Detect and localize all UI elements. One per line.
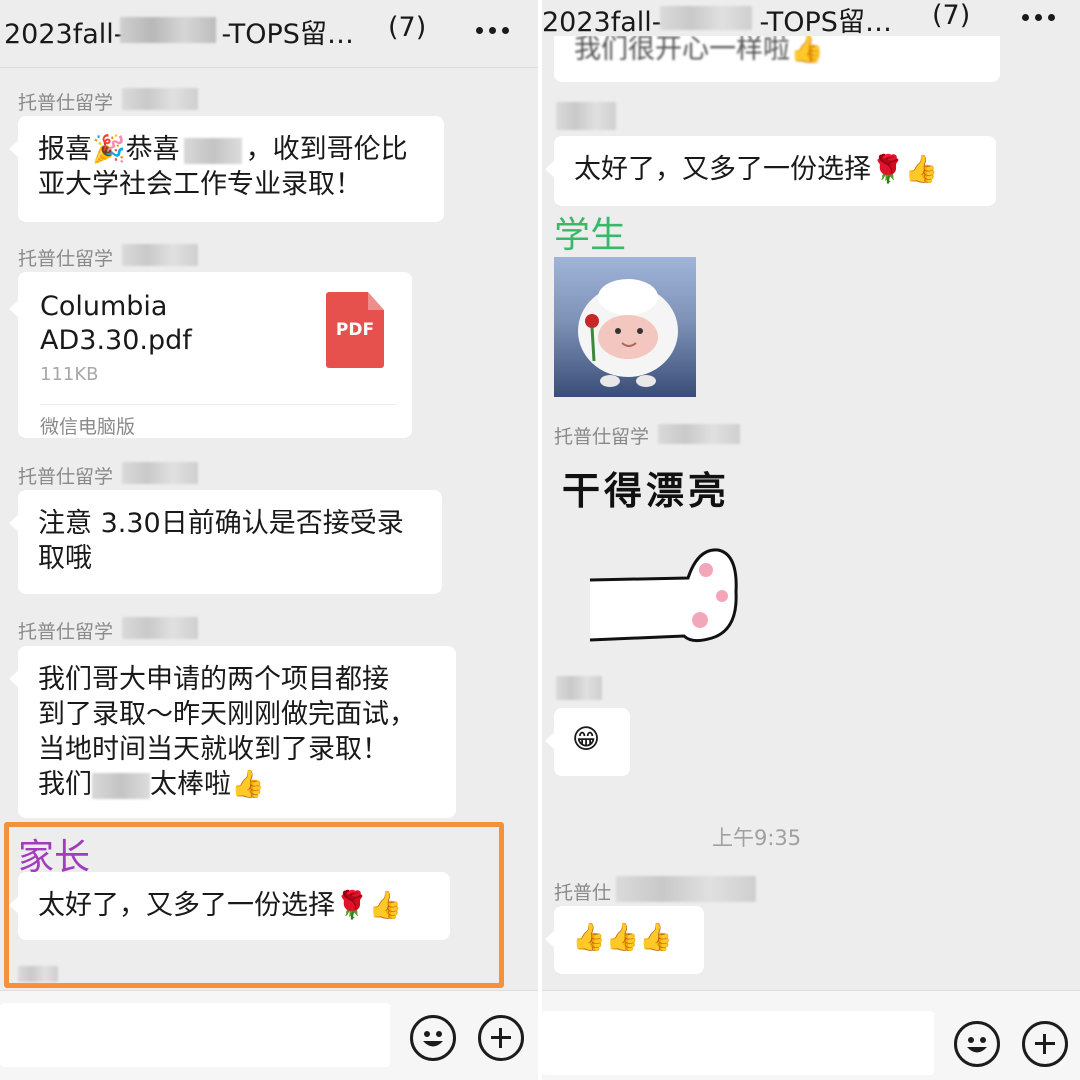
input-bar (0, 990, 538, 1080)
chat-header: 2023fall- -TOPS留… (7) (542, 0, 1080, 38)
sender-name: 托普仕留学 (554, 426, 650, 448)
redacted-avatar (556, 676, 602, 700)
plus-icon[interactable] (478, 1015, 524, 1061)
message-bubble[interactable]: 太好了，又多了一份选择🌹👍 (9, 872, 450, 940)
message-bubble[interactable]: 注意 3.30日前确认是否接受录 取哦 (9, 490, 442, 594)
redacted-title (660, 6, 752, 30)
message-input[interactable] (0, 1003, 390, 1067)
divider (40, 404, 396, 405)
redacted-name (616, 876, 756, 902)
message-bubble[interactable]: 我们哥大申请的两个项目都接 到了录取～昨天刚刚做完面试， 当地时间当天就收到了录… (9, 646, 456, 818)
redacted-name (122, 244, 198, 266)
more-icon[interactable] (476, 27, 510, 35)
timestamp: 上午9:35 (712, 826, 802, 850)
message-bubble[interactable]: 报喜🎉恭喜 ，收到哥伦比 亚大学社会工作专业录取！ (9, 116, 444, 222)
sender-name: 托普仕留学 (18, 248, 114, 270)
message-input[interactable] (542, 1011, 934, 1075)
redacted-name (92, 772, 150, 799)
sticker-text: 干得漂亮 (562, 469, 731, 513)
message-bubble[interactable]: 👍👍👍 (545, 906, 704, 974)
file-name: Columbia AD3.30.pdf (40, 291, 192, 356)
member-count: (7) (388, 12, 427, 43)
member-count: (7) (932, 0, 971, 31)
sender-name: 托普仕留学 (18, 92, 114, 114)
more-icon[interactable] (1022, 14, 1056, 22)
right-chat-panel: 我们很开心一样啦👍 2023fall- -TOPS留… (7) 太好了，又多了一份… (542, 0, 1080, 1080)
message-bubble[interactable]: 😁 (545, 708, 630, 776)
file-message[interactable]: Columbia AD3.30.pdf 111KB PDF 微信电脑版 (9, 272, 412, 438)
pdf-icon-label: PDF (335, 320, 375, 340)
paw-sticker[interactable] (588, 540, 748, 650)
file-source: 微信电脑版 (40, 416, 136, 438)
input-bar (542, 990, 1080, 1080)
smile-icon[interactable] (954, 1021, 1000, 1067)
redacted-name (122, 88, 198, 110)
file-size: 111KB (40, 364, 99, 385)
left-chat-panel: 2023fall- -TOPS留… (7) 托普仕留学 报喜🎉恭喜 ，收到哥伦比 亚… (0, 0, 538, 1080)
role-label-student: 学生 (554, 215, 627, 256)
redacted-name (183, 137, 242, 164)
sender-name: 托普仕 (554, 882, 612, 904)
smile-icon[interactable] (410, 1015, 456, 1061)
sender-name: 托普仕留学 (18, 621, 114, 643)
redacted-name (658, 424, 740, 444)
pdf-fold-icon (368, 292, 384, 310)
plus-icon[interactable] (1022, 1021, 1068, 1067)
redacted-name (122, 462, 198, 484)
sheep-sticker[interactable] (554, 257, 696, 397)
redacted-avatar (18, 966, 58, 982)
chat-header: 2023fall- -TOPS留… (7) (0, 0, 538, 68)
redacted-name (122, 617, 198, 639)
redacted-title (120, 17, 216, 43)
redacted-name (556, 102, 616, 130)
sender-name: 托普仕留学 (18, 466, 114, 488)
message-bubble[interactable]: 太好了，又多了一份选择🌹👍 (545, 136, 996, 206)
